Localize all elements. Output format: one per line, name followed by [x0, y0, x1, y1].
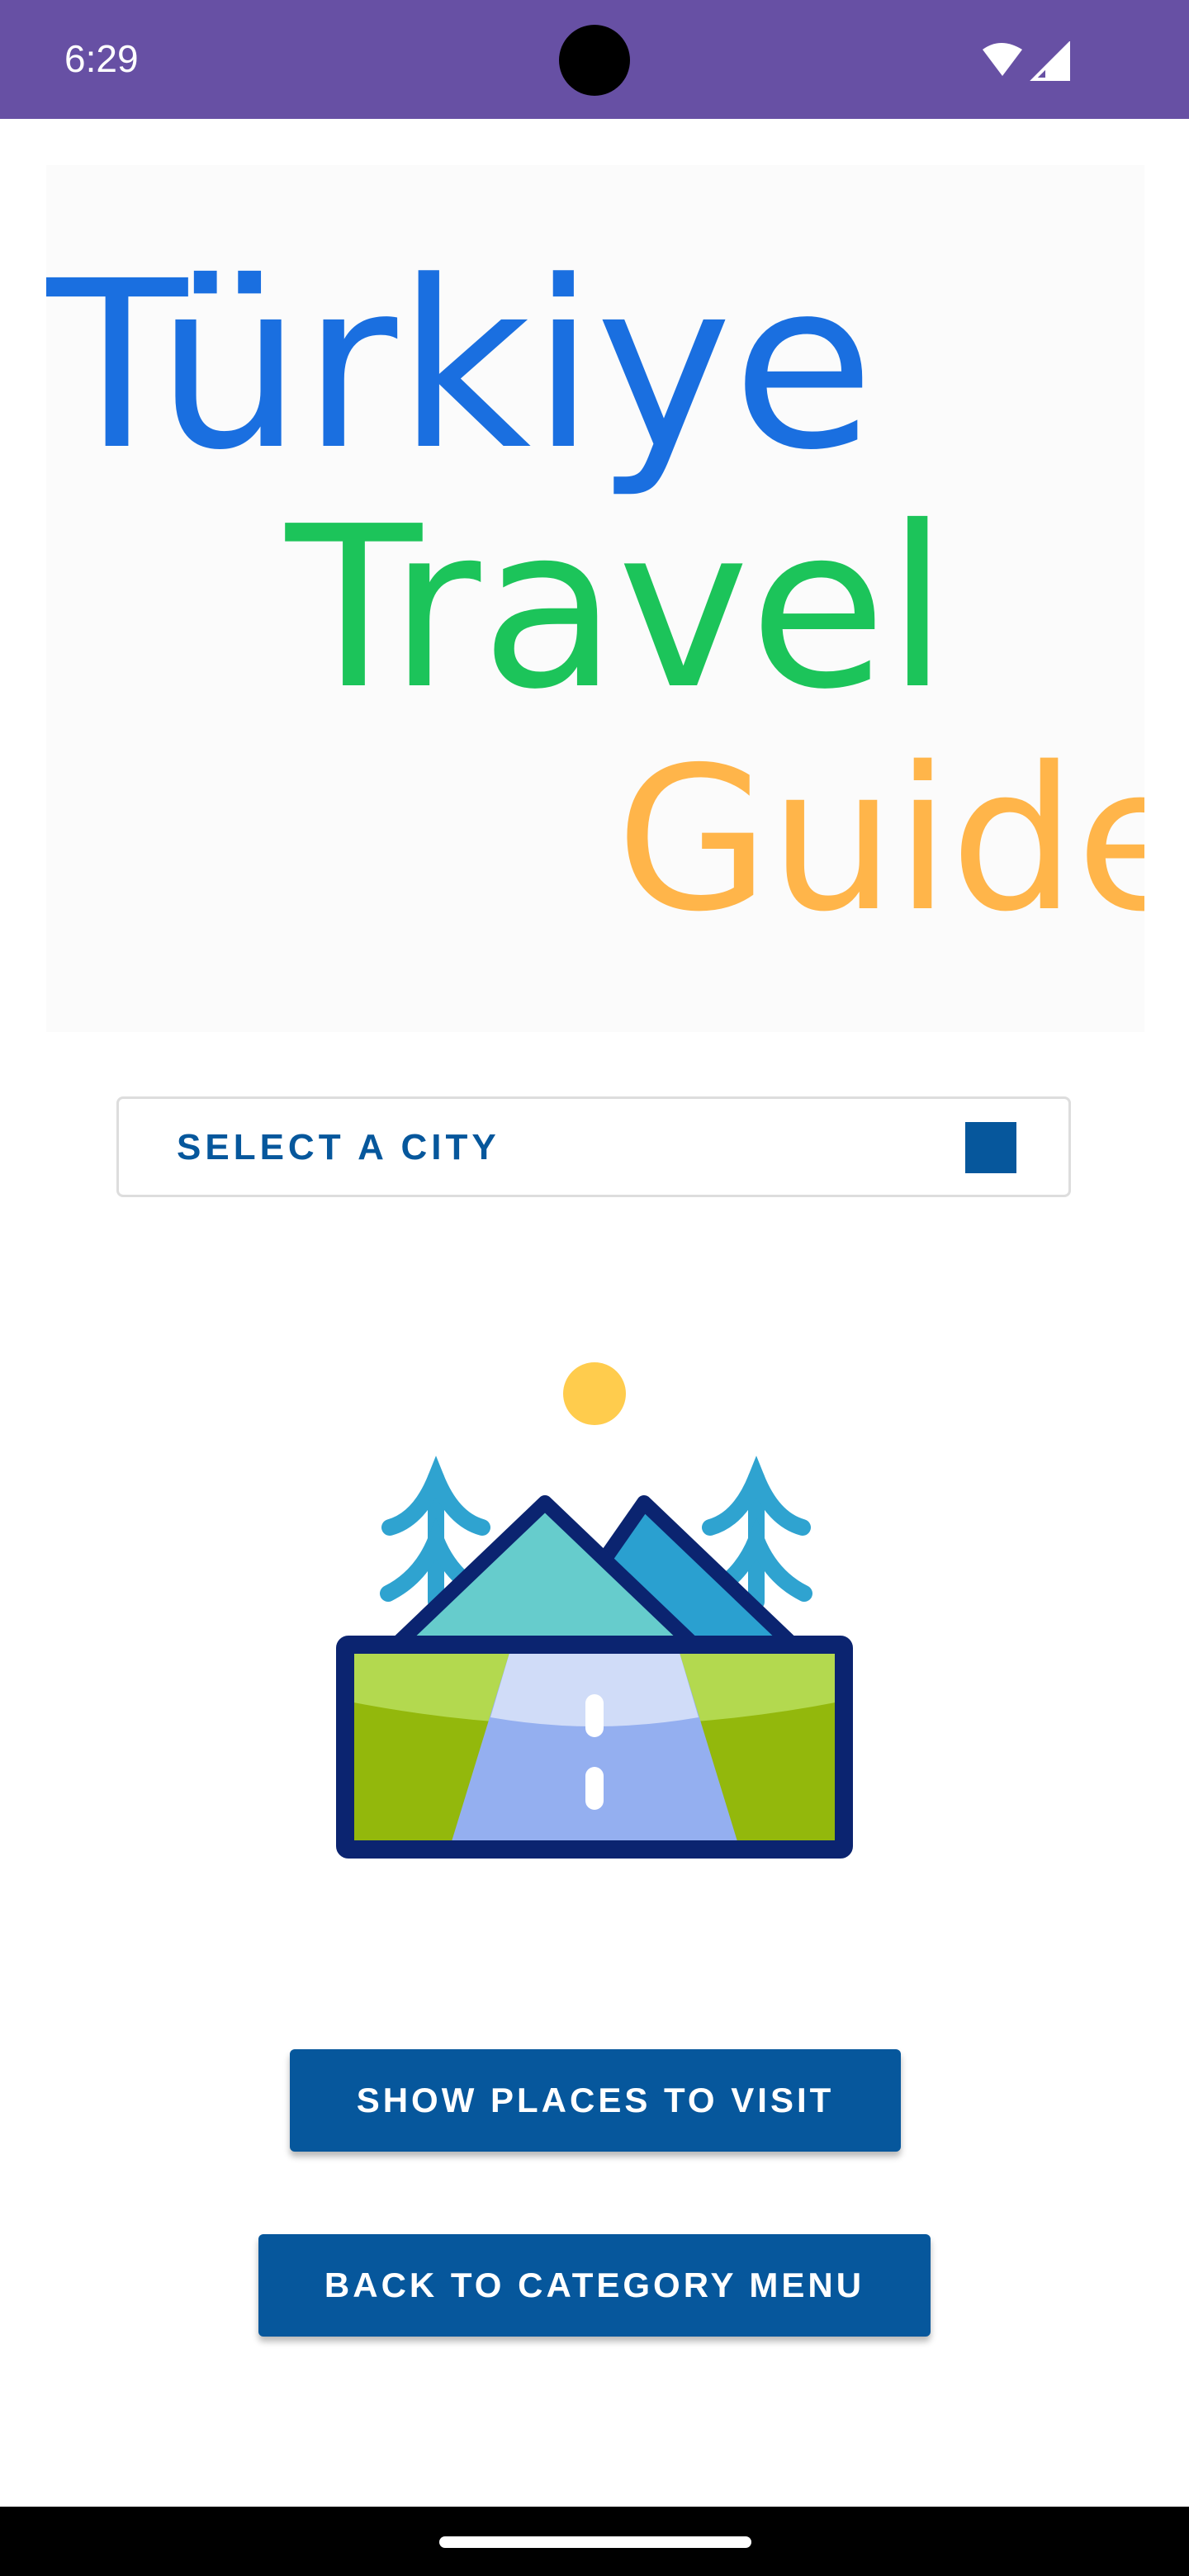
- city-select-dropdown[interactable]: SELECT A CITY: [116, 1096, 1071, 1197]
- app-logo: Türkiye Travel Guide: [46, 165, 1144, 1032]
- cellular-signal-icon: [1030, 40, 1070, 81]
- status-bar: 6:29: [0, 0, 1189, 119]
- logo-line-guide: Guide: [616, 724, 1144, 955]
- front-camera: [559, 25, 630, 96]
- logo-line-turkiye: Türkiye: [46, 232, 874, 501]
- home-indicator[interactable]: [439, 2536, 751, 2548]
- road-frame-icon: [336, 1636, 853, 1859]
- landscape-road-icon: [330, 1354, 859, 1882]
- logo-line-travel: Travel: [282, 478, 949, 738]
- status-time: 6:29: [64, 37, 139, 80]
- app-screen: 6:29 Türkiye Travel Guide SELECT A CITY: [0, 0, 1189, 2576]
- dropdown-indicator-icon: [965, 1122, 1016, 1173]
- back-to-category-button[interactable]: BACK TO CATEGORY MENU: [258, 2234, 931, 2337]
- navigation-bar: [0, 2507, 1189, 2576]
- show-places-button[interactable]: SHOW PLACES TO VISIT: [290, 2049, 901, 2152]
- sun-icon: [563, 1362, 626, 1425]
- city-select-label: SELECT A CITY: [177, 1127, 500, 1167]
- status-icons: [976, 40, 1075, 83]
- wifi-icon: [983, 43, 1022, 76]
